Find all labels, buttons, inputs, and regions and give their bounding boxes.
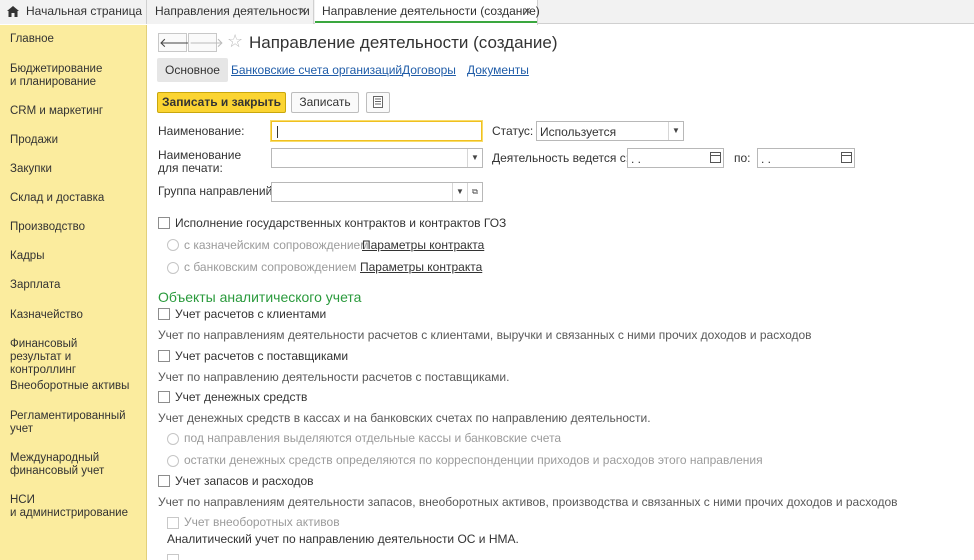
close-icon[interactable]: × <box>523 0 531 22</box>
tab-directions-label: Направления деятельности <box>155 4 310 18</box>
active-to-value: . . <box>761 152 772 166</box>
cash-option-correspondence-radio[interactable] <box>167 455 179 467</box>
sidebar-item-nsi[interactable]: НСИ и администрирование <box>10 494 140 520</box>
cash-label: Учет денежных средств <box>175 390 308 404</box>
clients-label: Учет расчетов с клиентами <box>175 307 327 321</box>
calendar-icon[interactable] <box>710 152 721 163</box>
cash-hint: Учет денежных средств в кассах и на банк… <box>158 411 651 425</box>
sidebar-item-finance[interactable]: Финансовый результат и контроллинг <box>10 338 140 377</box>
sidebar-item-purchases[interactable]: Закупки <box>10 163 140 176</box>
chevron-down-icon[interactable]: ▼ <box>668 122 683 140</box>
group-select[interactable]: ▼ ⧉ <box>271 182 483 202</box>
close-icon[interactable]: × <box>299 0 307 22</box>
clients-hint: Учет по направлениям деятельности расчет… <box>158 328 812 342</box>
active-to-date[interactable]: . . <box>757 148 855 168</box>
tab-bar: Начальная страница Направления деятельно… <box>0 0 974 25</box>
fixed-assets-label: Учет внеоборотных активов <box>184 515 340 529</box>
gov-contracts-checkbox[interactable] <box>158 217 170 229</box>
document-list-icon <box>373 96 383 108</box>
inventory-label: Учет запасов и расходов <box>175 474 314 488</box>
suppliers-hint: Учет по направлению деятельности расчето… <box>158 370 510 384</box>
contract-params-link-1[interactable]: Параметры контракта <box>362 238 484 252</box>
sidebar-item-hr[interactable]: Кадры <box>10 250 140 263</box>
name-label: Наименование: <box>158 124 245 138</box>
group-label: Группа направлений: <box>158 184 276 198</box>
active-from-date[interactable]: . . <box>627 148 724 168</box>
status-select[interactable]: Используется ▼ <box>536 121 684 141</box>
clients-checkbox[interactable] <box>158 308 170 320</box>
suppliers-checkbox[interactable] <box>158 350 170 362</box>
print-name-label: Наименование для печати: <box>158 148 242 175</box>
sidebar-item-production[interactable]: Производство <box>10 221 140 234</box>
cash-checkbox[interactable] <box>158 391 170 403</box>
name-input[interactable] <box>271 121 482 141</box>
cash-option-separate-radio[interactable] <box>167 433 179 445</box>
active-from-value: . . <box>631 152 642 166</box>
save-and-close-button[interactable]: Записать и закрыть <box>157 92 286 113</box>
tab-main[interactable]: Основное <box>157 58 228 82</box>
print-name-select[interactable]: ▼ <box>271 148 483 168</box>
page-title: Направление деятельности (создание) <box>249 33 558 52</box>
status-value: Используется <box>540 125 617 139</box>
sidebar-item-regulated[interactable]: Регламентированный учет <box>10 410 140 436</box>
inventory-hint: Учет по направлениям деятельности запасо… <box>158 495 898 509</box>
tab-bank-accounts[interactable]: Банковские счета организаций <box>231 58 402 82</box>
sidebar-item-ifrs[interactable]: Международный финансовый учет <box>10 452 140 478</box>
sidebar-item-warehouse[interactable]: Склад и доставка <box>10 192 140 205</box>
gov-contracts-label: Исполнение государственных контрактов и … <box>175 216 507 230</box>
sidebar-item-fixed-assets[interactable]: Внеоборотные активы <box>10 380 140 393</box>
tab-directions[interactable]: Направления деятельности × <box>147 0 314 24</box>
cash-option-correspondence-label: остатки денежных средств определяются по… <box>184 453 763 467</box>
save-button[interactable]: Записать <box>291 92 359 113</box>
sidebar-item-treasury[interactable]: Казначейство <box>10 309 140 322</box>
suppliers-label: Учет расчетов с поставщиками <box>175 349 349 363</box>
fixed-assets-checkbox[interactable] <box>167 517 179 529</box>
tab-home-label: Начальная страница <box>26 4 143 18</box>
sidebar-item-main[interactable]: Главное <box>10 33 140 46</box>
contract-params-link-2[interactable]: Параметры контракта <box>360 260 482 274</box>
tab-documents[interactable]: Документы <box>467 58 529 82</box>
chevron-down-icon[interactable]: ▼ <box>452 183 467 201</box>
sidebar-item-sales[interactable]: Продажи <box>10 134 140 147</box>
tab-new-direction-label: Направление деятельности (создание) <box>322 4 540 18</box>
partial-checkbox[interactable] <box>167 554 179 560</box>
back-button[interactable]: 🡐 <box>158 33 194 52</box>
home-icon <box>7 6 19 17</box>
tab-contracts[interactable]: Договоры <box>402 58 456 82</box>
tab-new-direction[interactable]: Направление деятельности (создание) × <box>315 0 540 25</box>
analytics-section-title: Объекты аналитического учета <box>158 289 362 305</box>
sidebar-item-payroll[interactable]: Зарплата <box>10 279 140 292</box>
treasury-support-radio[interactable] <box>167 239 179 251</box>
bank-support-radio[interactable] <box>167 262 179 274</box>
active-from-label: Деятельность ведется с: <box>492 151 630 165</box>
favorite-star-icon[interactable]: ☆ <box>227 31 243 52</box>
open-icon[interactable]: ⧉ <box>467 183 482 201</box>
fixed-assets-hint: Аналитический учет по направлению деятел… <box>167 532 519 546</box>
cash-option-separate-label: под направления выделяются отдельные кас… <box>184 431 562 445</box>
text-caret <box>277 126 278 138</box>
treasury-support-label: с казначейским сопровождением <box>184 238 369 252</box>
sidebar: Главное Бюджетирование и планирование CR… <box>0 25 147 560</box>
status-label: Статус: <box>492 124 534 138</box>
inventory-checkbox[interactable] <box>158 475 170 487</box>
tab-home[interactable]: Начальная страница <box>0 0 147 24</box>
sidebar-item-budgeting[interactable]: Бюджетирование и планирование <box>10 63 140 89</box>
forward-button[interactable]: 🡒 <box>188 33 224 52</box>
main-content: 🡐 🡒 ☆ Направление деятельности (создание… <box>147 25 974 560</box>
sidebar-item-crm[interactable]: CRM и маркетинг <box>10 105 140 118</box>
report-button[interactable] <box>366 92 390 113</box>
bank-support-label: с банковским сопровождением <box>184 260 357 274</box>
to-label: по: <box>734 151 751 165</box>
calendar-icon[interactable] <box>841 152 852 163</box>
chevron-down-icon[interactable]: ▼ <box>467 149 482 167</box>
